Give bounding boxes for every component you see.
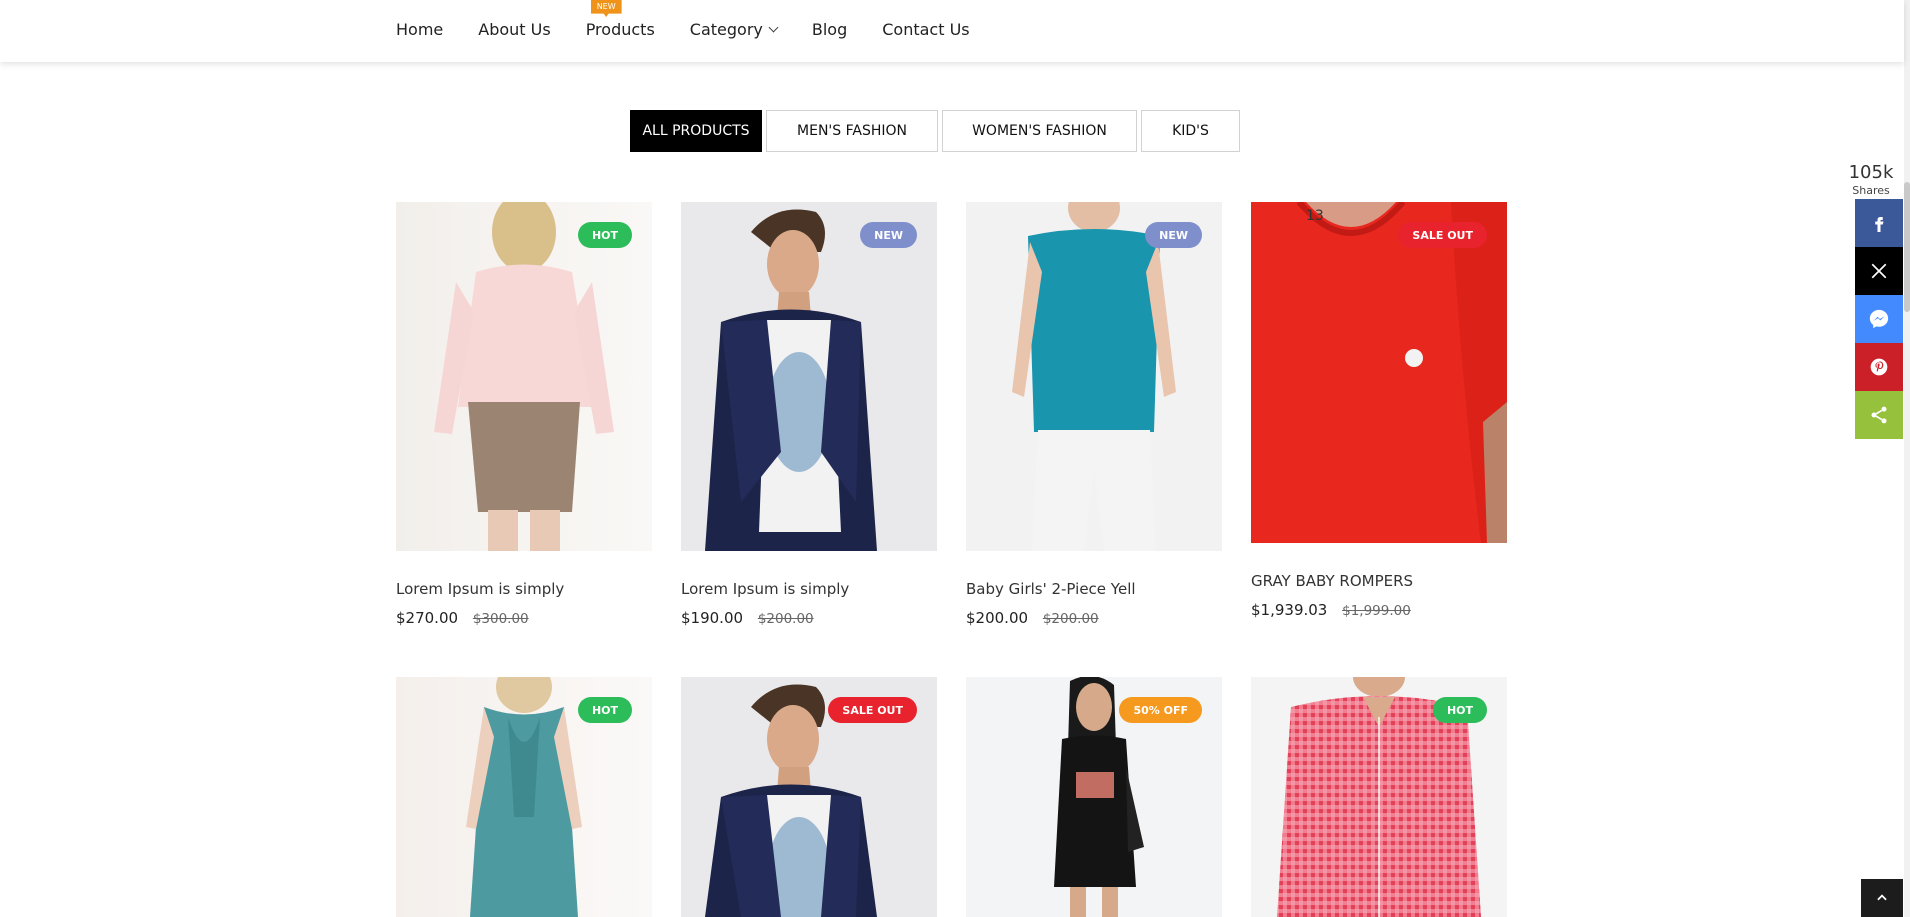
- tab-all-products[interactable]: ALL PRODUCTS: [630, 110, 762, 152]
- share-button[interactable]: [1855, 391, 1903, 439]
- product-card[interactable]: HOT Lorem Ipsum is simply $270.00 $300.0…: [396, 202, 652, 627]
- tab-kids[interactable]: KID'S: [1141, 110, 1240, 152]
- nav-products-label: Products: [585, 20, 655, 39]
- discount-badge: 50% OFF: [1119, 697, 1202, 723]
- product-card[interactable]: NEW Lorem Ipsum is simply $190.00 $200.0…: [681, 202, 937, 627]
- product-name[interactable]: Baby Girls' 2-Piece Yell: [966, 580, 1222, 598]
- nav-contact-us[interactable]: Contact Us: [882, 20, 969, 39]
- product-card[interactable]: 50% OFF: [966, 677, 1222, 917]
- sale-out-badge: SALE OUT: [828, 697, 917, 723]
- product-image[interactable]: NEW: [966, 202, 1222, 551]
- product-card[interactable]: HOT: [1251, 677, 1507, 917]
- share-count-label: Shares: [1852, 184, 1890, 197]
- messenger-icon: [1869, 309, 1889, 329]
- product-name[interactable]: GRAY BABY ROMPERS: [1251, 572, 1507, 590]
- product-image[interactable]: HOT: [396, 202, 652, 551]
- old-price: $200.00: [1042, 611, 1099, 627]
- product-card[interactable]: HOT: [396, 677, 652, 917]
- old-price: $1,999.00: [1342, 603, 1411, 619]
- current-price: $190.00: [681, 609, 744, 627]
- share-icon: [1871, 406, 1887, 424]
- current-price: $200.00: [966, 609, 1029, 627]
- site-header: Home About Us NEW Products Category Blog…: [0, 0, 1904, 62]
- facebook-icon: [1875, 217, 1884, 232]
- hot-badge: HOT: [577, 697, 632, 723]
- chevron-up-icon: [1877, 894, 1887, 901]
- chevron-down-icon: [768, 22, 779, 33]
- old-price: $300.00: [472, 611, 529, 627]
- nav-blog[interactable]: Blog: [812, 20, 847, 39]
- pinterest-share-button[interactable]: [1855, 343, 1903, 391]
- product-price: $1,939.03 $1,999.00: [1251, 601, 1507, 619]
- main-nav: Home About Us NEW Products Category Blog…: [396, 0, 1005, 39]
- old-price: $200.00: [757, 611, 814, 627]
- nav-category[interactable]: Category: [689, 20, 779, 39]
- tab-womens-fashion[interactable]: WOMEN'S FASHION: [942, 110, 1137, 152]
- page-scrollbar[interactable]: [1904, 0, 1910, 917]
- hot-badge: HOT: [1432, 697, 1487, 723]
- nav-home[interactable]: Home: [396, 20, 443, 39]
- new-badge: NEW: [860, 222, 917, 248]
- current-price: $1,939.03: [1251, 601, 1328, 619]
- product-image[interactable]: NEW: [681, 202, 937, 551]
- product-name[interactable]: Lorem Ipsum is simply: [681, 580, 937, 598]
- tab-mens-fashion[interactable]: MEN'S FASHION: [766, 110, 938, 152]
- nav-category-label: Category: [689, 20, 763, 39]
- nav-about-us[interactable]: About Us: [478, 20, 550, 39]
- current-price: $270.00: [396, 609, 459, 627]
- product-image[interactable]: 50% OFF: [966, 677, 1222, 917]
- product-image[interactable]: 13 SALE OUT: [1251, 202, 1507, 543]
- share-count: 105k Shares: [1846, 162, 1896, 197]
- product-card[interactable]: NEW Baby Girls' 2-Piece Yell $200.00 $20…: [966, 202, 1222, 627]
- product-image[interactable]: SALE OUT: [681, 677, 937, 917]
- product-card[interactable]: SALE OUT: [681, 677, 937, 917]
- product-image[interactable]: HOT: [396, 677, 652, 917]
- product-price: $200.00 $200.00: [966, 609, 1222, 627]
- messenger-share-button[interactable]: [1855, 295, 1903, 343]
- product-name[interactable]: Lorem Ipsum is simply: [396, 580, 652, 598]
- share-count-number: 105k: [1848, 162, 1894, 183]
- facebook-share-button[interactable]: [1855, 199, 1903, 247]
- nav-products[interactable]: NEW Products: [585, 0, 655, 39]
- x-share-button[interactable]: [1855, 247, 1903, 295]
- new-badge: NEW: [590, 0, 622, 17]
- sale-out-badge: SALE OUT: [1398, 222, 1487, 248]
- svg-text:13: 13: [1306, 208, 1324, 224]
- x-icon: [1871, 263, 1887, 279]
- product-price: $270.00 $300.00: [396, 609, 652, 627]
- product-price: $190.00 $200.00: [681, 609, 937, 627]
- product-filter-tabs: ALL PRODUCTS MEN'S FASHION WOMEN'S FASHI…: [630, 110, 1244, 152]
- pinterest-icon: [1870, 358, 1888, 376]
- hot-badge: HOT: [577, 222, 632, 248]
- scrollbar-thumb[interactable]: [1904, 182, 1910, 312]
- new-badge: NEW: [1145, 222, 1202, 248]
- product-image[interactable]: HOT: [1251, 677, 1507, 917]
- product-card[interactable]: 13 SALE OUT GRAY BABY ROMPERS $1,939.03 …: [1251, 202, 1507, 619]
- back-to-top-button[interactable]: [1861, 879, 1903, 917]
